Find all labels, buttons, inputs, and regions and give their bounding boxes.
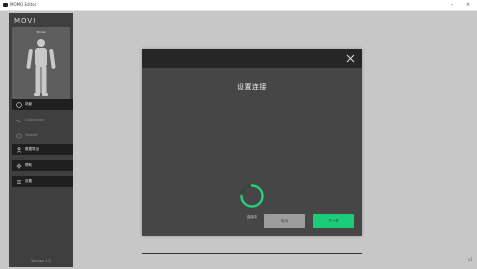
- dialog-divider: [142, 253, 362, 254]
- loading-spinner-icon: [240, 184, 264, 208]
- circle-play-icon: [15, 101, 23, 109]
- close-icon[interactable]: [345, 53, 356, 64]
- sidebar-item-label: 场景: [25, 102, 32, 106]
- window-close-button[interactable]: ×: [463, 0, 473, 10]
- dialog-header: [142, 49, 362, 68]
- version-text: Version 1.0: [31, 259, 51, 263]
- corner-mark: v1: [468, 257, 473, 262]
- app-logo-icon: [3, 3, 8, 7]
- circle-icon: [15, 132, 23, 140]
- settings-icon: [15, 178, 23, 186]
- brand-logo: MOVI: [14, 17, 37, 25]
- humanoid-figure-icon: [26, 39, 56, 96]
- sidebar-item-label: 数据导出: [25, 147, 39, 151]
- sidebar-item-data-export[interactable]: 数据导出: [12, 144, 73, 155]
- connection-dialog: 设置连接 连接中: [142, 49, 362, 254]
- window-titlebar: MOMO Editor – ×: [0, 0, 477, 11]
- wave-icon: [15, 117, 23, 125]
- window-title: MOMO Editor: [10, 2, 37, 7]
- next-button[interactable]: 下一步: [313, 214, 354, 228]
- sidebar-item-label: 帮助: [25, 163, 32, 167]
- gear-icon: [15, 162, 23, 170]
- sidebar: MOVI Model 场景 Calibration Takeoff 数据导出 帮…: [9, 13, 73, 267]
- model-preview[interactable]: Model: [12, 27, 70, 103]
- sidebar-item-calibration[interactable]: Calibration: [12, 115, 73, 126]
- sidebar-item-takeoff[interactable]: Takeoff: [12, 130, 73, 141]
- sidebar-item-help[interactable]: 帮助: [12, 160, 73, 171]
- cancel-button[interactable]: 取消: [264, 214, 305, 228]
- dialog-title: 设置连接: [237, 83, 267, 91]
- sidebar-item-label: Takeoff: [25, 133, 38, 137]
- model-label: Model: [36, 30, 46, 34]
- sidebar-item-label: 设置: [25, 179, 32, 183]
- sidebar-item-settings[interactable]: 设置: [12, 176, 73, 187]
- sidebar-item-scene[interactable]: 场景: [12, 99, 73, 110]
- minimize-button[interactable]: –: [447, 0, 457, 10]
- person-icon: [15, 146, 23, 154]
- sidebar-item-label: Calibration: [25, 118, 45, 122]
